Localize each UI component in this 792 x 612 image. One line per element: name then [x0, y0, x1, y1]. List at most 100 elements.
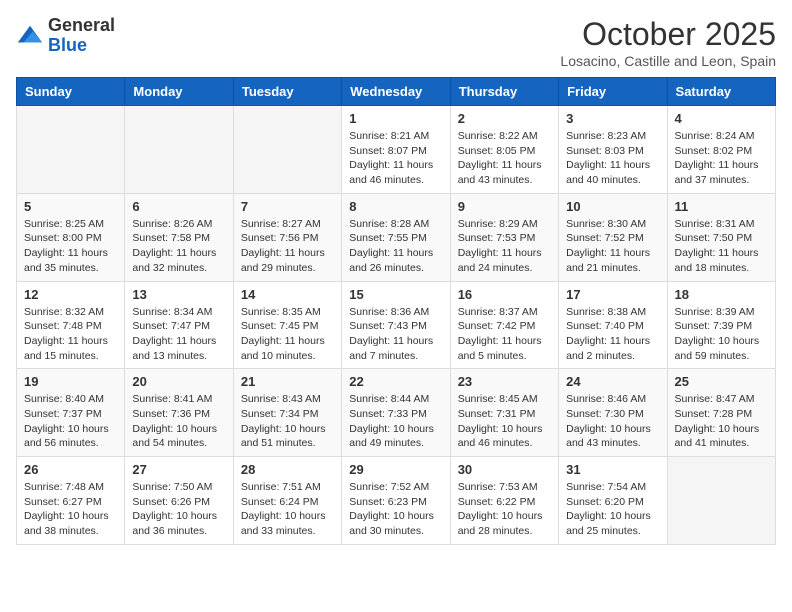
day-number: 7 [241, 199, 334, 214]
day-number: 18 [675, 287, 768, 302]
day-number: 30 [458, 462, 551, 477]
day-number: 24 [566, 374, 659, 389]
col-saturday: Saturday [667, 78, 775, 106]
day-info: Sunrise: 7:54 AM Sunset: 6:20 PM Dayligh… [566, 480, 659, 539]
table-row: 28 Sunrise: 7:51 AM Sunset: 6:24 PM Dayli… [233, 457, 341, 545]
table-row: 27Sunrise: 7:50 AM Sunset: 6:26 PM Dayli… [125, 457, 233, 545]
day-info: Sunrise: 8:38 AM Sunset: 7:40 PM Dayligh… [566, 305, 659, 364]
day-info: Sunrise: 8:41 AM Sunset: 7:36 PM Dayligh… [132, 392, 225, 451]
day-number: 3 [566, 111, 659, 126]
calendar-week-row: 19Sunrise: 8:40 AM Sunset: 7:37 PM Dayli… [17, 369, 776, 457]
day-number: 1 [349, 111, 442, 126]
day-info: Sunrise: 8:26 AM Sunset: 7:58 PM Dayligh… [132, 217, 225, 276]
table-row: 2Sunrise: 8:22 AM Sunset: 8:05 PM Daylig… [450, 106, 558, 194]
day-info: Sunrise: 8:23 AM Sunset: 8:03 PM Dayligh… [566, 129, 659, 188]
day-number: 27 [132, 462, 225, 477]
logo: General Blue [16, 16, 115, 56]
table-row: 6 Sunrise: 8:26 AM Sunset: 7:58 PM Daylig… [125, 193, 233, 281]
col-tuesday: Tuesday [233, 78, 341, 106]
day-info: Sunrise: 8:44 AM Sunset: 7:33 PM Dayligh… [349, 392, 442, 451]
day-info: Sunrise: 8:25 AM Sunset: 8:00 PM Dayligh… [24, 217, 117, 276]
table-row: 30 Sunrise: 7:53 AM Sunset: 6:22 PM Dayli… [450, 457, 558, 545]
day-number: 11 [675, 199, 768, 214]
col-monday: Monday [125, 78, 233, 106]
day-number: 12 [24, 287, 117, 302]
day-number: 6 [132, 199, 225, 214]
day-number: 25 [675, 374, 768, 389]
table-row: 22Sunrise: 8:44 AM Sunset: 7:33 PM Dayli… [342, 369, 450, 457]
day-number: 9 [458, 199, 551, 214]
day-number: 28 [241, 462, 334, 477]
table-row: 9 Sunrise: 8:29 AM Sunset: 7:53 PM Daylig… [450, 193, 558, 281]
logo-text: General Blue [48, 16, 115, 56]
table-row: 20Sunrise: 8:41 AM Sunset: 7:36 PM Dayli… [125, 369, 233, 457]
calendar-week-row: 1 Sunrise: 8:21 AM Sunset: 8:07 PM Daylig… [17, 106, 776, 194]
day-number: 5 [24, 199, 117, 214]
table-row: 25 Sunrise: 8:47 AM Sunset: 7:28 PM Dayli… [667, 369, 775, 457]
table-row: 19Sunrise: 8:40 AM Sunset: 7:37 PM Dayli… [17, 369, 125, 457]
day-info: Sunrise: 8:43 AM Sunset: 7:34 PM Dayligh… [241, 392, 334, 451]
day-number: 4 [675, 111, 768, 126]
day-info: Sunrise: 8:34 AM Sunset: 7:47 PM Dayligh… [132, 305, 225, 364]
col-thursday: Thursday [450, 78, 558, 106]
table-row: 4Sunrise: 8:24 AM Sunset: 8:02 PM Daylig… [667, 106, 775, 194]
table-row [17, 106, 125, 194]
calendar-table: Sunday Monday Tuesday Wednesday Thursday… [16, 77, 776, 545]
title-area: October 2025 Losacino, Castille and Leon… [560, 16, 776, 69]
day-number: 23 [458, 374, 551, 389]
day-info: Sunrise: 8:28 AM Sunset: 7:55 PM Dayligh… [349, 217, 442, 276]
table-row: 17Sunrise: 8:38 AM Sunset: 7:40 PM Dayli… [559, 281, 667, 369]
day-number: 21 [241, 374, 334, 389]
day-info: Sunrise: 7:52 AM Sunset: 6:23 PM Dayligh… [349, 480, 442, 539]
table-row: 11 Sunrise: 8:31 AM Sunset: 7:50 PM Dayli… [667, 193, 775, 281]
calendar-week-row: 12 Sunrise: 8:32 AM Sunset: 7:48 PM Dayli… [17, 281, 776, 369]
table-row: 1 Sunrise: 8:21 AM Sunset: 8:07 PM Daylig… [342, 106, 450, 194]
calendar-header-row: Sunday Monday Tuesday Wednesday Thursday… [17, 78, 776, 106]
day-number: 8 [349, 199, 442, 214]
day-info: Sunrise: 8:40 AM Sunset: 7:37 PM Dayligh… [24, 392, 117, 451]
table-row: 16 Sunrise: 8:37 AM Sunset: 7:42 PM Dayli… [450, 281, 558, 369]
day-number: 26 [24, 462, 117, 477]
page-header: General Blue October 2025 Losacino, Cast… [16, 16, 776, 69]
table-row [233, 106, 341, 194]
col-friday: Friday [559, 78, 667, 106]
col-wednesday: Wednesday [342, 78, 450, 106]
day-info: Sunrise: 8:22 AM Sunset: 8:05 PM Dayligh… [458, 129, 551, 188]
table-row: 18 Sunrise: 8:39 AM Sunset: 7:39 PM Dayli… [667, 281, 775, 369]
day-info: Sunrise: 8:46 AM Sunset: 7:30 PM Dayligh… [566, 392, 659, 451]
day-info: Sunrise: 8:37 AM Sunset: 7:42 PM Dayligh… [458, 305, 551, 364]
day-info: Sunrise: 8:47 AM Sunset: 7:28 PM Dayligh… [675, 392, 768, 451]
table-row: 15Sunrise: 8:36 AM Sunset: 7:43 PM Dayli… [342, 281, 450, 369]
col-sunday: Sunday [17, 78, 125, 106]
day-number: 15 [349, 287, 442, 302]
day-info: Sunrise: 7:48 AM Sunset: 6:27 PM Dayligh… [24, 480, 117, 539]
day-info: Sunrise: 8:30 AM Sunset: 7:52 PM Dayligh… [566, 217, 659, 276]
table-row: 3 Sunrise: 8:23 AM Sunset: 8:03 PM Daylig… [559, 106, 667, 194]
day-number: 16 [458, 287, 551, 302]
table-row: 12 Sunrise: 8:32 AM Sunset: 7:48 PM Dayli… [17, 281, 125, 369]
day-info: Sunrise: 7:53 AM Sunset: 6:22 PM Dayligh… [458, 480, 551, 539]
calendar-week-row: 26 Sunrise: 7:48 AM Sunset: 6:27 PM Dayli… [17, 457, 776, 545]
day-info: Sunrise: 7:51 AM Sunset: 6:24 PM Dayligh… [241, 480, 334, 539]
month-title: October 2025 [560, 16, 776, 53]
day-info: Sunrise: 8:27 AM Sunset: 7:56 PM Dayligh… [241, 217, 334, 276]
day-info: Sunrise: 8:39 AM Sunset: 7:39 PM Dayligh… [675, 305, 768, 364]
location-title: Losacino, Castille and Leon, Spain [560, 53, 776, 69]
day-info: Sunrise: 8:45 AM Sunset: 7:31 PM Dayligh… [458, 392, 551, 451]
day-number: 29 [349, 462, 442, 477]
table-row: 23 Sunrise: 8:45 AM Sunset: 7:31 PM Dayli… [450, 369, 558, 457]
table-row: 21 Sunrise: 8:43 AM Sunset: 7:34 PM Dayli… [233, 369, 341, 457]
day-number: 31 [566, 462, 659, 477]
day-number: 10 [566, 199, 659, 214]
table-row: 13Sunrise: 8:34 AM Sunset: 7:47 PM Dayli… [125, 281, 233, 369]
day-info: Sunrise: 8:21 AM Sunset: 8:07 PM Dayligh… [349, 129, 442, 188]
table-row: 5 Sunrise: 8:25 AM Sunset: 8:00 PM Daylig… [17, 193, 125, 281]
table-row: 10 Sunrise: 8:30 AM Sunset: 7:52 PM Dayli… [559, 193, 667, 281]
day-info: Sunrise: 8:31 AM Sunset: 7:50 PM Dayligh… [675, 217, 768, 276]
table-row: 14Sunrise: 8:35 AM Sunset: 7:45 PM Dayli… [233, 281, 341, 369]
table-row: 24 Sunrise: 8:46 AM Sunset: 7:30 PM Dayli… [559, 369, 667, 457]
table-row: 8 Sunrise: 8:28 AM Sunset: 7:55 PM Daylig… [342, 193, 450, 281]
calendar-week-row: 5 Sunrise: 8:25 AM Sunset: 8:00 PM Daylig… [17, 193, 776, 281]
day-info: Sunrise: 8:32 AM Sunset: 7:48 PM Dayligh… [24, 305, 117, 364]
day-info: Sunrise: 8:29 AM Sunset: 7:53 PM Dayligh… [458, 217, 551, 276]
